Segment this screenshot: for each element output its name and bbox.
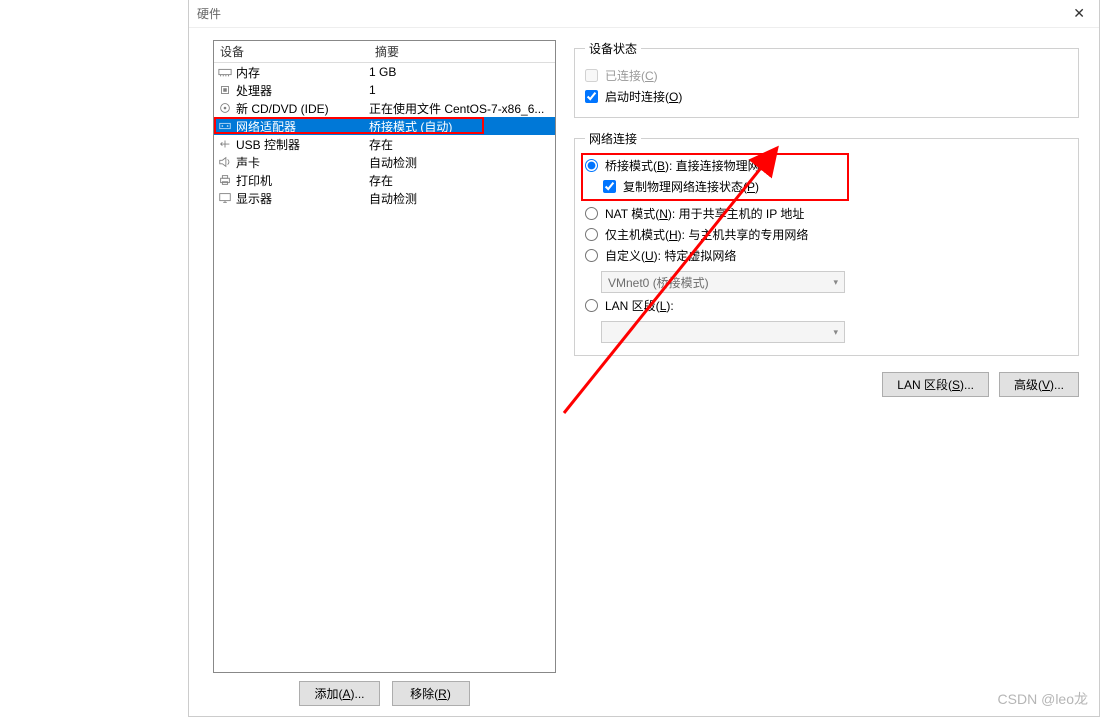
replicate-row: 复制物理网络连接状态(P) [585,176,1068,197]
device-panel: 设备 摘要 内存1 GB处理器1新 CD/DVD (IDE)正在使用文件 Cen… [213,40,556,706]
custom-radio[interactable] [585,249,598,262]
network-group: 网络连接 桥接模式(B): 直接连接物理网络 复制物理网络连接状态(P) NAT… [574,130,1079,356]
cpu-icon [214,84,236,96]
hostonly-label: 仅主机模式(H): 与主机共享的专用网络 [605,226,808,243]
lan-select-row: ▾ [585,316,1068,345]
device-row[interactable]: 处理器1 [214,81,555,99]
device-summary: 正在使用文件 CentOS-7-x86_6... [369,100,555,117]
device-row[interactable]: 打印机存在 [214,171,555,189]
hostonly-radio[interactable] [585,228,598,241]
device-name: 声卡 [236,154,369,171]
device-name: 处理器 [236,82,369,99]
device-row[interactable]: USB 控制器存在 [214,135,555,153]
device-summary: 自动检测 [369,190,555,207]
device-summary: 1 [369,83,555,97]
device-name: 内存 [236,64,369,81]
lan-segments-button[interactable]: LAN 区段(S)... [882,372,989,397]
device-summary: 1 GB [369,65,555,79]
custom-network-select: VMnet0 (桥接模式) ▾ [601,271,845,293]
device-name: 显示器 [236,190,369,207]
device-name: 网络适配器 [236,118,369,135]
connect-on-start-checkbox[interactable] [585,90,598,103]
device-list: 设备 摘要 内存1 GB处理器1新 CD/DVD (IDE)正在使用文件 Cen… [213,40,556,673]
cd-icon [214,102,236,114]
custom-select-row: VMnet0 (桥接模式) ▾ [585,266,1068,295]
nat-label: NAT 模式(N): 用于共享主机的 IP 地址 [605,205,804,222]
display-icon [214,192,236,204]
device-row[interactable]: 网络适配器桥接模式 (自动) [214,117,555,135]
bridged-row: 桥接模式(B): 直接连接物理网络 [585,155,1068,176]
dialog-content: 设备 摘要 内存1 GB处理器1新 CD/DVD (IDE)正在使用文件 Cen… [189,28,1099,716]
list-body: 内存1 GB处理器1新 CD/DVD (IDE)正在使用文件 CentOS-7-… [214,63,555,672]
network-icon [214,120,236,132]
device-row[interactable]: 内存1 GB [214,63,555,81]
lan-radio[interactable] [585,299,598,312]
memory-icon [214,66,236,78]
add-button[interactable]: 添加(A)... [299,681,379,706]
nat-row: NAT 模式(N): 用于共享主机的 IP 地址 [585,203,1068,224]
device-name: 打印机 [236,172,369,189]
connected-row: 已连接(C) [585,65,1068,86]
remove-button[interactable]: 移除(R) [392,681,470,706]
custom-label: 自定义(U): 特定虚拟网络 [605,247,736,264]
lan-segment-select: ▾ [601,321,845,343]
device-name: 新 CD/DVD (IDE) [236,100,369,117]
list-header: 设备 摘要 [214,41,555,63]
connect-on-start-label: 启动时连接(O) [605,88,682,105]
device-buttons: 添加(A)... 移除(R) [213,681,556,706]
close-icon[interactable]: ✕ [1067,5,1091,22]
device-row[interactable]: 声卡自动检测 [214,153,555,171]
dialog-window: 硬件 ✕ 设备 摘要 内存1 GB处理器1新 CD/DVD (IDE)正在使用文… [188,0,1100,717]
replicate-label: 复制物理网络连接状态(P) [623,178,759,195]
device-row[interactable]: 显示器自动检测 [214,189,555,207]
nat-radio[interactable] [585,207,598,220]
usb-icon [214,138,236,150]
bridged-label: 桥接模式(B): 直接连接物理网络 [605,157,772,174]
device-name: USB 控制器 [236,136,369,153]
bridged-radio[interactable] [585,159,598,172]
chevron-down-icon: ▾ [833,277,838,288]
connect-on-start-row: 启动时连接(O) [585,86,1068,107]
lan-row: LAN 区段(L): [585,295,1068,316]
hostonly-row: 仅主机模式(H): 与主机共享的专用网络 [585,224,1068,245]
custom-network-value: VMnet0 (桥接模式) [608,274,709,291]
printer-icon [214,174,236,186]
custom-row: 自定义(U): 特定虚拟网络 [585,245,1068,266]
settings-panel: 设备状态 已连接(C) 启动时连接(O) 网络连接 桥接模式(B): 直接连接物… [574,40,1085,706]
sound-icon [214,156,236,168]
device-summary: 桥接模式 (自动) [369,118,555,135]
lan-label: LAN 区段(L): [605,297,674,314]
header-summary[interactable]: 摘要 [369,40,555,63]
network-buttons: LAN 区段(S)... 高级(V)... [574,372,1079,397]
device-row[interactable]: 新 CD/DVD (IDE)正在使用文件 CentOS-7-x86_6... [214,99,555,117]
connected-label: 已连接(C) [605,67,658,84]
watermark: CSDN @leo龙 [998,689,1088,709]
device-summary: 存在 [369,172,555,189]
titlebar: 硬件 ✕ [189,0,1099,28]
chevron-down-icon: ▾ [833,327,838,338]
header-device[interactable]: 设备 [214,40,369,63]
dialog-title: 硬件 [197,5,221,22]
device-status-group: 设备状态 已连接(C) 启动时连接(O) [574,40,1079,118]
device-summary: 存在 [369,136,555,153]
network-legend: 网络连接 [585,130,641,147]
device-status-legend: 设备状态 [585,40,641,57]
connected-checkbox [585,69,598,82]
device-summary: 自动检测 [369,154,555,171]
advanced-button[interactable]: 高级(V)... [999,372,1079,397]
replicate-checkbox[interactable] [603,180,616,193]
